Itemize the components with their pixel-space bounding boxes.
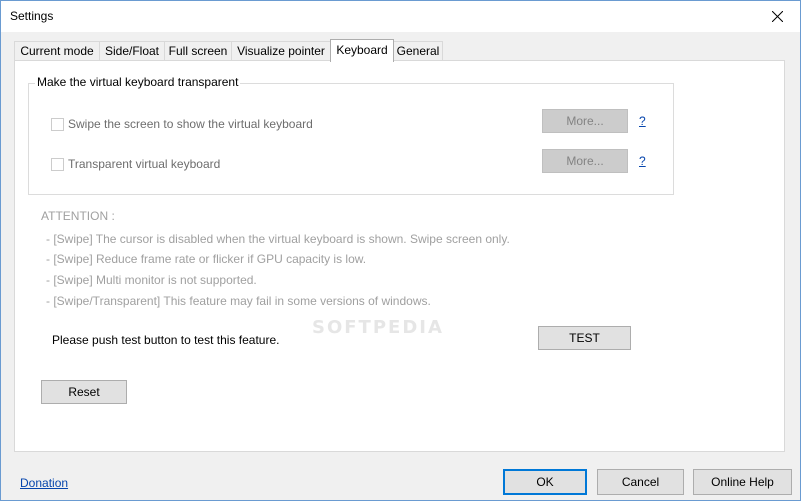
swipe-checkbox-label: Swipe the screen to show the virtual key… <box>68 117 313 131</box>
keyboard-panel: Make the virtual keyboard transparent Sw… <box>14 60 785 452</box>
transparent-keyboard-group: Make the virtual keyboard transparent Sw… <box>28 75 674 195</box>
tab-current-mode[interactable]: Current mode <box>14 41 100 61</box>
tab-full-screen[interactable]: Full screen <box>164 41 232 61</box>
tab-general[interactable]: General <box>393 41 443 61</box>
transparent-checkbox[interactable] <box>51 157 64 171</box>
close-icon <box>771 11 783 22</box>
swipe-checkbox[interactable] <box>51 117 64 131</box>
attention-line: - [Swipe] The cursor is disabled when th… <box>46 232 510 246</box>
attention-line: - [Swipe/Transparent] This feature may f… <box>46 294 431 308</box>
group-title: Make the virtual keyboard transparent <box>35 75 241 89</box>
attention-line: - [Swipe] Reduce frame rate or flicker i… <box>46 252 367 266</box>
donation-link[interactable]: Donation <box>20 476 68 490</box>
watermark: SOFTPEDIA <box>312 317 444 338</box>
tab-visualize-pointer[interactable]: Visualize pointer <box>231 41 331 61</box>
ok-button[interactable]: OK <box>503 469 587 495</box>
transparent-checkbox-row[interactable]: Transparent virtual keyboard <box>51 156 220 172</box>
attention-line: - [Swipe] Multi monitor is not supported… <box>46 273 257 287</box>
title-bar: Settings <box>1 1 800 32</box>
tab-side-float[interactable]: Side/Float <box>99 41 165 61</box>
cancel-button[interactable]: Cancel <box>597 469 684 495</box>
reset-button[interactable]: Reset <box>41 380 127 404</box>
online-help-button[interactable]: Online Help <box>693 469 792 495</box>
attention-heading: ATTENTION : <box>41 209 115 223</box>
swipe-checkbox-row[interactable]: Swipe the screen to show the virtual key… <box>51 116 313 132</box>
transparent-more-button[interactable]: More... <box>542 149 628 173</box>
swipe-help-link[interactable]: ? <box>639 114 646 128</box>
test-prompt: Please push test button to test this fea… <box>52 333 280 347</box>
test-button[interactable]: TEST <box>538 326 631 350</box>
swipe-more-button[interactable]: More... <box>542 109 628 133</box>
transparent-checkbox-label: Transparent virtual keyboard <box>68 157 221 171</box>
settings-window: Settings Current mode Side/Float Full sc… <box>0 0 801 501</box>
tab-keyboard[interactable]: Keyboard <box>330 39 394 62</box>
window-title: Settings <box>10 9 54 23</box>
transparent-help-link[interactable]: ? <box>639 154 646 168</box>
close-button[interactable] <box>754 1 800 32</box>
